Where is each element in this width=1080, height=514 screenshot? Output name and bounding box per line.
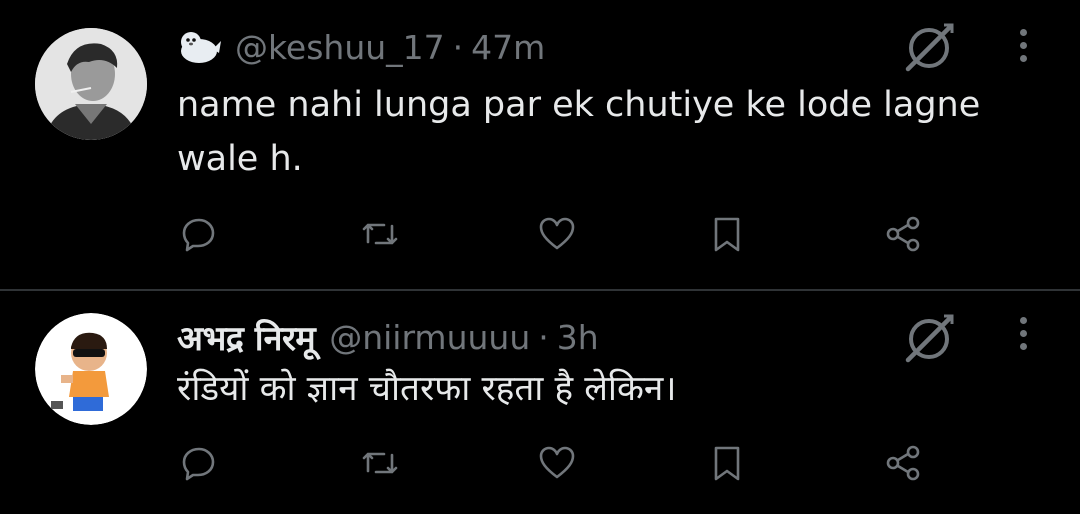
avatar[interactable] [35,313,147,425]
heart-icon[interactable] [533,210,581,258]
share-icon[interactable] [880,210,928,258]
avatar-cartoon [35,313,147,425]
avatar-photo [35,28,147,140]
separator: · [452,27,464,67]
grok-icon[interactable] [900,19,958,77]
tweet-text: रंडियों को ज्ञान चौतरफा रहता है लेकिन। [177,369,677,409]
seal-emoji-icon [181,32,221,63]
user-handle[interactable]: @keshuu_17 [235,28,445,67]
user-handle[interactable]: @niirmuuuu [329,318,530,357]
display-name[interactable]: अभद्र निरमू [177,314,316,360]
share-icon[interactable] [880,439,928,487]
separator: · [538,317,549,357]
tweet-actions [0,439,1080,489]
reply-icon[interactable] [175,210,223,258]
grok-icon[interactable] [900,310,958,368]
heart-icon[interactable] [533,439,581,487]
tweet-header: @keshuu_17 · 47m [177,24,545,70]
timestamp[interactable]: 47m [471,28,545,67]
tweet[interactable]: अभद्र निरमू @niirmuuuu · 3h रंडियों को ज… [0,291,1080,514]
tweet-actions [0,210,1080,260]
timestamp[interactable]: 3h [557,318,599,357]
bookmark-icon[interactable] [703,439,751,487]
tweet-text: name nahi lunga par ek chutiye ke lode l… [177,85,981,179]
more-icon[interactable] [1016,317,1030,357]
avatar[interactable] [35,28,147,140]
tweet[interactable]: @keshuu_17 · 47m name nahi lunga par ek … [0,0,1080,290]
repost-icon[interactable] [356,210,404,258]
repost-icon[interactable] [356,439,404,487]
bookmark-icon[interactable] [703,210,751,258]
more-icon[interactable] [1016,29,1030,69]
reply-icon[interactable] [175,439,223,487]
tweet-header: अभद्र निरमू @niirmuuuu · 3h [177,314,599,360]
